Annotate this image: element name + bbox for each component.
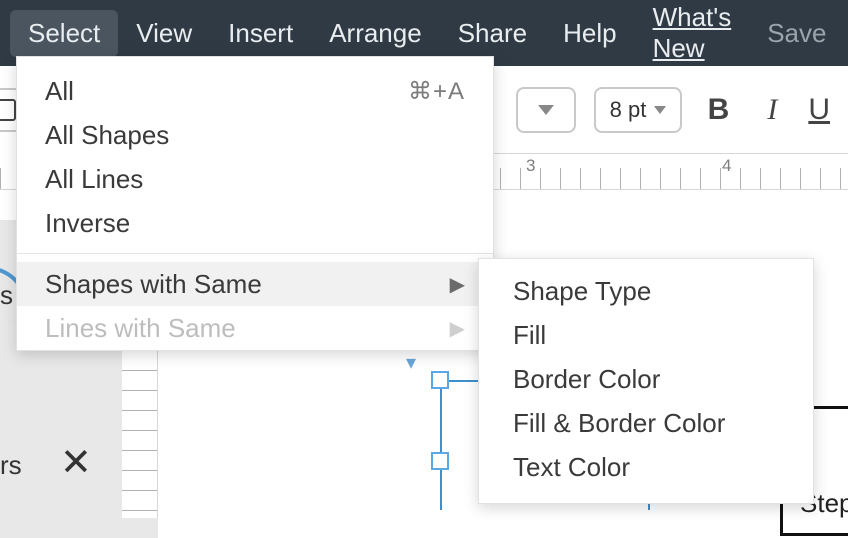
dropdown-button[interactable] [516,87,576,133]
italic-button[interactable]: I [754,93,790,127]
ruler-label: 3 [526,156,535,176]
underline-button[interactable]: U [808,93,830,127]
menu-item-label: All Lines [45,164,143,195]
selection-handle[interactable] [431,371,449,389]
font-size-selector[interactable]: 8 pt [594,87,683,133]
ruler-label: 4 [722,156,731,176]
menu-arrange[interactable]: Arrange [311,10,440,57]
bold-button[interactable]: B [700,93,736,127]
select-menu-dropdown: All ⌘+A All Shapes All Lines Inverse Sha… [16,56,494,351]
menu-item-shapes-with-same[interactable]: Shapes with Same ▶ [17,262,493,306]
font-size-value: 8 pt [610,97,647,123]
submenu-item-text-color[interactable]: Text Color [479,445,813,489]
menu-item-label: Fill [513,320,546,351]
left-panel-text-fragment: s [0,280,13,311]
menu-help[interactable]: Help [545,10,634,57]
menu-item-inverse[interactable]: Inverse [17,201,493,245]
menu-separator [17,253,493,254]
menu-item-label: Shapes with Same [45,269,262,300]
menu-share[interactable]: Share [440,10,545,57]
submenu-item-border-color[interactable]: Border Color [479,357,813,401]
square-icon [0,99,16,121]
menu-item-lines-with-same: Lines with Same ▶ [17,306,493,350]
menu-item-label: All Shapes [45,120,169,151]
menu-item-label: Inverse [45,208,130,239]
chevron-right-icon: ▶ [450,272,465,297]
submenu-item-fill-border-color[interactable]: Fill & Border Color [479,401,813,445]
shapes-with-same-submenu: Shape Type Fill Border Color Fill & Bord… [478,258,814,504]
selection-edge [440,380,442,510]
menu-insert[interactable]: Insert [210,10,311,57]
menu-view[interactable]: View [118,10,210,57]
menu-item-label: Border Color [513,364,660,395]
selection-handle[interactable] [431,452,449,470]
chevron-down-icon [538,105,554,115]
menu-item-label: Lines with Same [45,313,236,344]
chevron-right-icon: ▶ [450,316,465,341]
menu-item-all[interactable]: All ⌘+A [17,69,493,113]
menu-item-label: Fill & Border Color [513,408,725,439]
menu-item-shortcut: ⌘+A [408,77,465,106]
connector-arrow-icon: ▾ [406,350,416,375]
menu-select[interactable]: Select [10,10,118,57]
menu-item-all-shapes[interactable]: All Shapes [17,113,493,157]
chevron-down-icon [654,106,666,114]
submenu-item-shape-type[interactable]: Shape Type [479,269,813,313]
menu-item-label: Text Color [513,452,630,483]
close-icon[interactable]: ✕ [60,440,92,485]
submenu-item-fill[interactable]: Fill [479,313,813,357]
left-panel-text-fragment: rs [0,450,22,481]
menu-whats-new[interactable]: What's New [635,0,750,72]
menu-save[interactable]: Save [749,10,844,57]
menu-item-label: All [45,76,74,107]
menu-item-label: Shape Type [513,276,651,307]
menu-item-all-lines[interactable]: All Lines [17,157,493,201]
